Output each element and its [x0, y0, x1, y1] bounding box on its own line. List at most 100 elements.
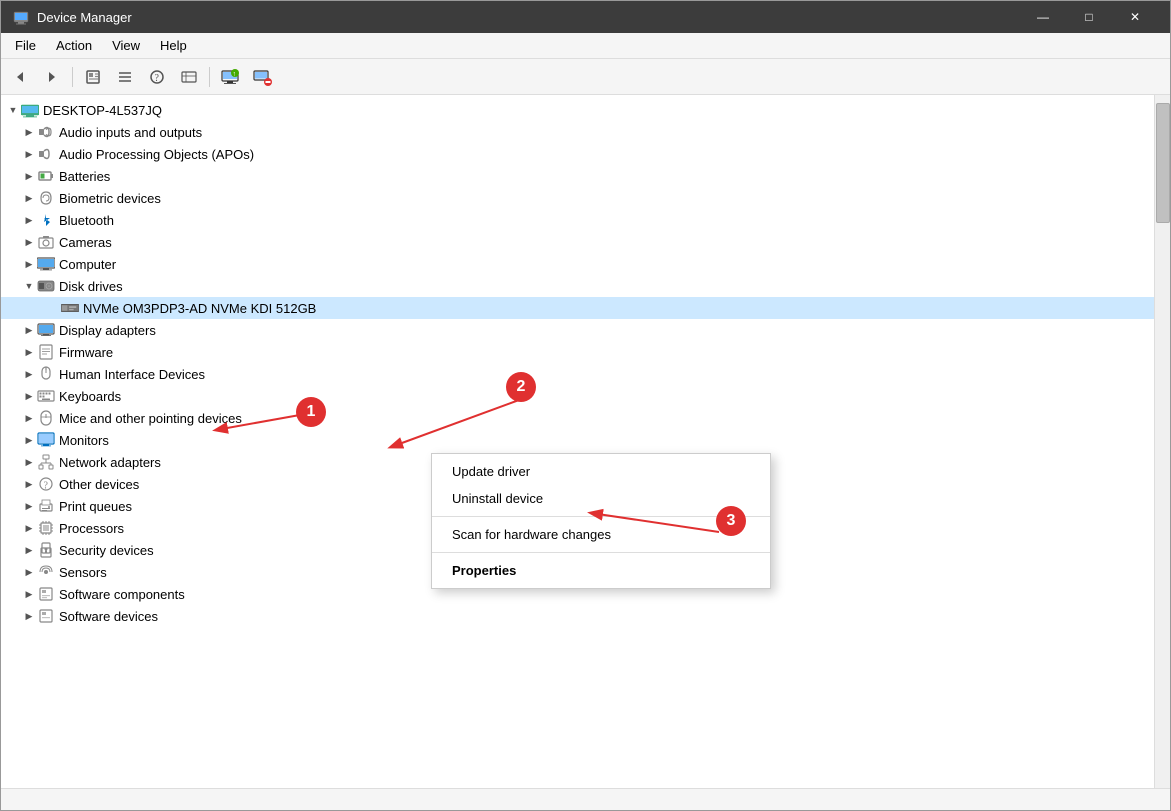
biometric-label: Biometric devices — [59, 191, 161, 206]
bluetooth-expand[interactable]: ▶ — [21, 212, 37, 228]
status-bar — [1, 788, 1170, 810]
forward-button[interactable] — [37, 63, 67, 91]
monitors-expand[interactable]: ▶ — [21, 432, 37, 448]
security-icon — [37, 541, 55, 559]
tree-nvme[interactable]: NVMe OM3PDP3-AD NVMe KDI 512GB — [1, 297, 1154, 319]
title-bar-left: Device Manager — [13, 9, 132, 25]
audio-icon — [37, 123, 55, 141]
apo-icon — [37, 145, 55, 163]
mice-label: Mice and other pointing devices — [59, 411, 242, 426]
details-button[interactable] — [174, 63, 204, 91]
svg-text:?: ? — [155, 73, 160, 84]
title-bar: Device Manager — □ ✕ — [1, 1, 1170, 33]
network-expand[interactable]: ▶ — [21, 454, 37, 470]
ctx-properties[interactable]: Properties — [432, 557, 770, 584]
sw-dev-icon — [37, 607, 55, 625]
firmware-expand[interactable]: ▶ — [21, 344, 37, 360]
tree-audio[interactable]: ▶ Audio inputs and outputs — [1, 121, 1154, 143]
minimize-button[interactable]: — — [1020, 1, 1066, 33]
sw-comp-expand[interactable]: ▶ — [21, 586, 37, 602]
show-properties-button[interactable] — [78, 63, 108, 91]
mice-expand[interactable]: ▶ — [21, 410, 37, 426]
tree-root[interactable]: ▼ DESKTOP-4L537JQ — [1, 99, 1154, 121]
device-tree[interactable]: ▼ DESKTOP-4L537JQ ▶ — [1, 95, 1154, 788]
keyboards-expand[interactable]: ▶ — [21, 388, 37, 404]
tree-keyboards[interactable]: ▶ Keyboards — [1, 385, 1154, 407]
security-label: Security devices — [59, 543, 154, 558]
batteries-icon — [37, 167, 55, 185]
close-button[interactable]: ✕ — [1112, 1, 1158, 33]
tree-bluetooth[interactable]: ▶ Bluetooth — [1, 209, 1154, 231]
hid-expand[interactable]: ▶ — [21, 366, 37, 382]
other-icon: ? — [37, 475, 55, 493]
tree-computer[interactable]: ▶ Computer — [1, 253, 1154, 275]
tree-monitors[interactable]: ▶ Monitors — [1, 429, 1154, 451]
biometric-expand[interactable]: ▶ — [21, 190, 37, 206]
audio-expand[interactable]: ▶ — [21, 124, 37, 140]
scrollbar[interactable] — [1154, 95, 1170, 788]
update-driver-button[interactable]: ↑ — [215, 63, 245, 91]
scrollbar-thumb[interactable] — [1156, 103, 1170, 223]
help-button[interactable]: ? — [142, 63, 172, 91]
tree-hid[interactable]: ▶ Human Interface Devices — [1, 363, 1154, 385]
computer-expand[interactable]: ▶ — [21, 256, 37, 272]
cameras-expand[interactable]: ▶ — [21, 234, 37, 250]
cameras-icon — [37, 233, 55, 251]
maximize-button[interactable]: □ — [1066, 1, 1112, 33]
display-expand[interactable]: ▶ — [21, 322, 37, 338]
sensors-expand[interactable]: ▶ — [21, 564, 37, 580]
annotation-bubble-1: 1 — [296, 397, 326, 427]
menu-action[interactable]: Action — [46, 36, 102, 55]
computer-icon — [37, 255, 55, 273]
sensors-icon — [37, 563, 55, 581]
network-icon — [37, 453, 55, 471]
apo-expand[interactable]: ▶ — [21, 146, 37, 162]
hid-label: Human Interface Devices — [59, 367, 205, 382]
root-expand-icon[interactable]: ▼ — [5, 102, 21, 118]
network-label: Network adapters — [59, 455, 161, 470]
firmware-icon — [37, 343, 55, 361]
menu-file[interactable]: File — [5, 36, 46, 55]
menu-help[interactable]: Help — [150, 36, 197, 55]
menu-bar: File Action View Help — [1, 33, 1170, 59]
processors-label: Processors — [59, 521, 124, 536]
menu-view[interactable]: View — [102, 36, 150, 55]
disk-expand[interactable]: ▼ — [21, 278, 37, 294]
display-label: Display adapters — [59, 323, 156, 338]
svg-text:↑: ↑ — [233, 71, 237, 78]
tree-apo[interactable]: ▶ Audio Processing Objects (APOs) — [1, 143, 1154, 165]
print-icon — [37, 497, 55, 515]
tree-biometric[interactable]: ▶ Biometric devices — [1, 187, 1154, 209]
print-expand[interactable]: ▶ — [21, 498, 37, 514]
computer-label: Computer — [59, 257, 116, 272]
toolbar-sep-2 — [209, 67, 210, 87]
list-button[interactable] — [110, 63, 140, 91]
batteries-expand[interactable]: ▶ — [21, 168, 37, 184]
back-button[interactable] — [5, 63, 35, 91]
security-expand[interactable]: ▶ — [21, 542, 37, 558]
tree-mice[interactable]: ▶ Mice and other pointing devices — [1, 407, 1154, 429]
sensors-label: Sensors — [59, 565, 107, 580]
tree-firmware[interactable]: ▶ Firmware — [1, 341, 1154, 363]
svg-text:?: ? — [44, 481, 49, 492]
toolbar: ? ↑ — [1, 59, 1170, 95]
ctx-uninstall[interactable]: Uninstall device — [432, 485, 770, 512]
sw-comp-icon — [37, 585, 55, 603]
print-label: Print queues — [59, 499, 132, 514]
bluetooth-label: Bluetooth — [59, 213, 114, 228]
tree-batteries[interactable]: ▶ Batteries — [1, 165, 1154, 187]
tree-sw-dev[interactable]: ▶ Software devices — [1, 605, 1154, 627]
nvme-no-expand — [45, 300, 61, 316]
root-icon — [21, 101, 39, 119]
remove-button[interactable] — [247, 63, 277, 91]
toolbar-sep-1 — [72, 67, 73, 87]
tree-disk-drives[interactable]: ▼ Disk drives — [1, 275, 1154, 297]
sw-dev-label: Software devices — [59, 609, 158, 624]
processors-expand[interactable]: ▶ — [21, 520, 37, 536]
tree-cameras[interactable]: ▶ Cameras — [1, 231, 1154, 253]
tree-display[interactable]: ▶ Display adapters — [1, 319, 1154, 341]
sw-dev-expand[interactable]: ▶ — [21, 608, 37, 624]
ctx-sep-2 — [432, 552, 770, 553]
ctx-update-driver[interactable]: Update driver — [432, 458, 770, 485]
other-expand[interactable]: ▶ — [21, 476, 37, 492]
